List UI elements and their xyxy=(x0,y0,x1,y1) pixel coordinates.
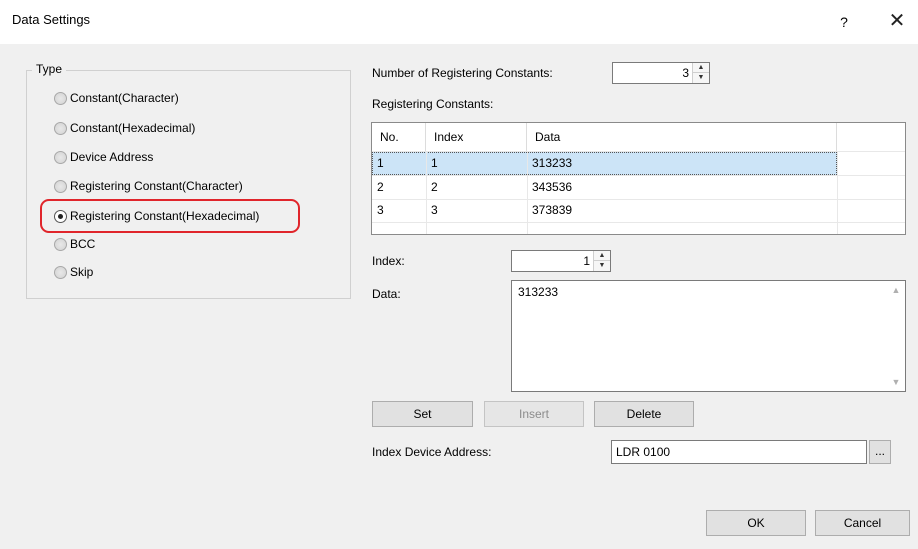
ok-button[interactable]: OK xyxy=(706,510,806,536)
column-header-no[interactable]: No. xyxy=(372,123,426,151)
column-header-index[interactable]: Index xyxy=(426,123,527,151)
insert-button[interactable]: Insert xyxy=(484,401,584,427)
index-device-address-input[interactable]: LDR 0100 xyxy=(611,440,867,464)
data-textarea[interactable]: 313233 ▲ ▼ xyxy=(511,280,906,392)
help-button[interactable]: ? xyxy=(832,10,856,34)
radio-registering-constant-character[interactable]: Registering Constant(Character) xyxy=(54,176,243,196)
table-cell-data[interactable]: 313233 xyxy=(527,152,572,174)
radio-device-address[interactable]: Device Address xyxy=(54,147,153,167)
spin-up-icon[interactable]: ▲ xyxy=(693,63,709,73)
data-label: Data: xyxy=(372,287,401,301)
constants-table[interactable]: No. Index Data 1 1 313233 2 2 343536 3 3… xyxy=(371,122,906,235)
spin-down-icon[interactable]: ▼ xyxy=(594,261,610,271)
radio-button-icon[interactable] xyxy=(54,121,67,135)
radio-label: Constant(Character) xyxy=(70,91,179,105)
column-header-filler xyxy=(837,123,905,151)
constants-table-label: Registering Constants: xyxy=(372,97,494,111)
radio-button-icon[interactable] xyxy=(54,91,67,105)
num-constants-value[interactable]: 3 xyxy=(682,66,689,80)
radio-button-icon[interactable] xyxy=(54,179,67,193)
radio-constant-character[interactable]: Constant(Character) xyxy=(54,88,179,108)
table-cell-data[interactable]: 343536 xyxy=(527,176,572,198)
scroll-up-icon[interactable]: ▲ xyxy=(890,285,902,295)
index-device-address-label: Index Device Address: xyxy=(372,445,492,459)
radio-button-icon[interactable] xyxy=(54,150,67,164)
index-label: Index: xyxy=(372,254,405,268)
radio-skip[interactable]: Skip xyxy=(54,262,93,282)
spinner-buttons[interactable]: ▲ ▼ xyxy=(692,63,709,83)
index-value[interactable]: 1 xyxy=(583,254,590,268)
table-cell-data[interactable]: 373839 xyxy=(527,199,572,221)
close-button[interactable]: ✕ xyxy=(884,8,910,34)
radio-registering-constant-hexadecimal[interactable]: Registering Constant(Hexadecimal) xyxy=(54,206,259,226)
spin-down-icon[interactable]: ▼ xyxy=(693,73,709,83)
scroll-down-icon[interactable]: ▼ xyxy=(890,377,902,387)
radio-label: Device Address xyxy=(70,150,154,164)
radio-label: Registering Constant(Character) xyxy=(70,179,243,193)
num-constants-label: Number of Registering Constants: xyxy=(372,66,553,80)
cancel-button[interactable]: Cancel xyxy=(815,510,910,536)
column-divider xyxy=(527,151,528,234)
table-row-selected[interactable] xyxy=(372,152,837,175)
spin-up-icon[interactable]: ▲ xyxy=(594,251,610,261)
data-text[interactable]: 313233 xyxy=(518,285,558,299)
row-divider xyxy=(372,222,905,223)
radio-bcc[interactable]: BCC xyxy=(54,234,95,254)
radio-label: BCC xyxy=(70,237,96,251)
radio-constant-hexadecimal[interactable]: Constant(Hexadecimal) xyxy=(54,118,195,138)
radio-label: Registering Constant(Hexadecimal) xyxy=(70,209,260,223)
row-divider xyxy=(372,199,905,200)
browse-button[interactable]: ... xyxy=(869,440,891,464)
table-cell-index[interactable]: 1 xyxy=(426,152,438,174)
set-button[interactable]: Set xyxy=(372,401,473,427)
column-divider xyxy=(426,151,427,234)
index-spinner[interactable]: 1 ▲ ▼ xyxy=(511,250,611,272)
num-constants-spinner[interactable]: 3 ▲ ▼ xyxy=(612,62,710,84)
table-cell-no[interactable]: 1 xyxy=(372,152,384,174)
table-cell-index[interactable]: 2 xyxy=(426,176,438,198)
row-divider xyxy=(372,175,905,176)
dialog-title: Data Settings xyxy=(12,12,91,27)
type-group-legend: Type xyxy=(32,62,67,76)
table-cell-index[interactable]: 3 xyxy=(426,199,438,221)
radio-label: Constant(Hexadecimal) xyxy=(70,121,196,135)
radio-button-checked-icon[interactable] xyxy=(54,209,67,223)
column-divider xyxy=(837,151,838,234)
table-cell-no[interactable]: 3 xyxy=(372,199,384,221)
radio-button-icon[interactable] xyxy=(54,265,67,279)
radio-label: Skip xyxy=(70,265,94,279)
radio-button-icon[interactable] xyxy=(54,237,67,251)
table-cell-no[interactable]: 2 xyxy=(372,176,384,198)
spinner-buttons[interactable]: ▲ ▼ xyxy=(593,251,610,271)
title-bar xyxy=(0,0,918,44)
column-header-data[interactable]: Data xyxy=(527,123,837,151)
delete-button[interactable]: Delete xyxy=(594,401,694,427)
